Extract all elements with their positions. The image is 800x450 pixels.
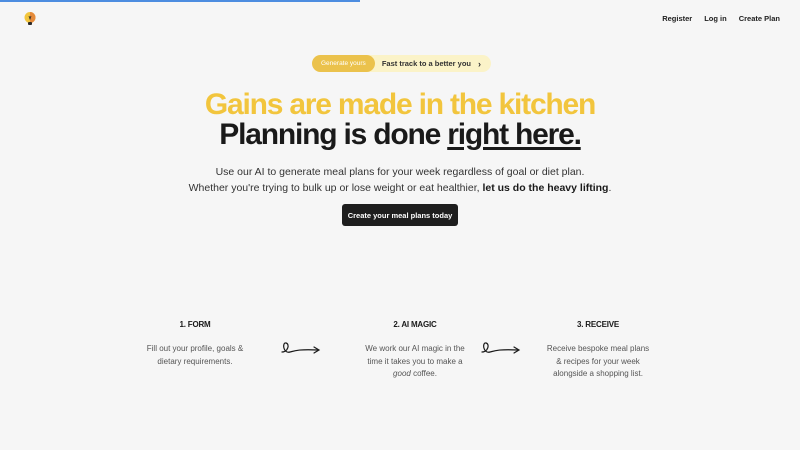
chevron-right-icon: ›	[478, 58, 482, 69]
page-load-progress-bar	[0, 0, 800, 2]
squiggle-arrow-icon	[481, 342, 521, 354]
step-text: We work our AI magic in the time it take…	[340, 343, 490, 381]
step-title: 1. FORM	[179, 320, 211, 329]
headline-underline: right here.	[447, 118, 582, 151]
step-text: Receive bespoke meal plans & recipes for…	[523, 343, 673, 381]
desc-line-2-suffix: .	[608, 182, 612, 194]
step-ai-magic: 2. AI MAGIC We work our AI magic in the …	[340, 320, 490, 381]
step-title: 3. RECEIVE	[576, 320, 620, 329]
step-text-suffix: coffee.	[410, 369, 437, 378]
hero-description: Use our AI to generate meal plans for yo…	[0, 164, 800, 196]
generate-yours-badge: Generate yours	[312, 55, 375, 72]
login-link[interactable]: Log in	[704, 14, 727, 23]
headline-primary: Gains are made in the kitchen	[204, 88, 597, 121]
step-text-line: & recipes for your week	[556, 356, 640, 366]
step-text-line: Receive bespoke meal plans	[546, 344, 650, 353]
desc-line-1: Use our AI to generate meal plans for yo…	[215, 166, 585, 178]
step-title: 2. AI MAGIC	[393, 320, 437, 329]
step-text-line: alongside a shopping list.	[553, 369, 643, 378]
create-meal-plans-button[interactable]: Create your meal plans today	[342, 204, 458, 226]
step-text: Fill out your profile, goals & dietary r…	[120, 343, 270, 368]
headline-secondary: Planning is done right here.	[0, 118, 800, 152]
progress-fill	[0, 0, 360, 2]
step-form: 1. FORM Fill out your profile, goals & d…	[120, 320, 270, 368]
step-text-line: good coffee.	[340, 368, 490, 381]
step-text-line: Fill out your profile, goals &	[146, 344, 244, 353]
lightbulb-logo-icon[interactable]	[22, 11, 38, 27]
register-link[interactable]: Register	[662, 14, 692, 23]
step-text-line: dietary requirements.	[157, 356, 233, 366]
headline-secondary-prefix: Planning is done	[219, 118, 448, 151]
step-text-italic: good	[393, 369, 411, 378]
desc-line-2: Whether you're trying to bulk up or lose…	[0, 180, 800, 196]
step-text-line: We work our AI magic in the	[365, 344, 465, 353]
create-plan-link[interactable]: Create Plan	[739, 14, 780, 23]
squiggle-arrow-icon	[281, 342, 321, 354]
top-nav: Register Log in Create Plan	[650, 14, 780, 23]
step-receive: 3. RECEIVE Receive bespoke meal plans & …	[523, 320, 673, 381]
announcement-pill[interactable]: Generate yours Fast track to a better yo…	[312, 55, 492, 72]
desc-line-2-prefix: Whether you're trying to bulk up or lose…	[188, 182, 483, 194]
pill-text: Fast track to a better you	[381, 59, 472, 68]
step-text-line: time it takes you to make a	[367, 356, 463, 366]
desc-line-2-bold: let us do the heavy lifting	[482, 182, 609, 194]
